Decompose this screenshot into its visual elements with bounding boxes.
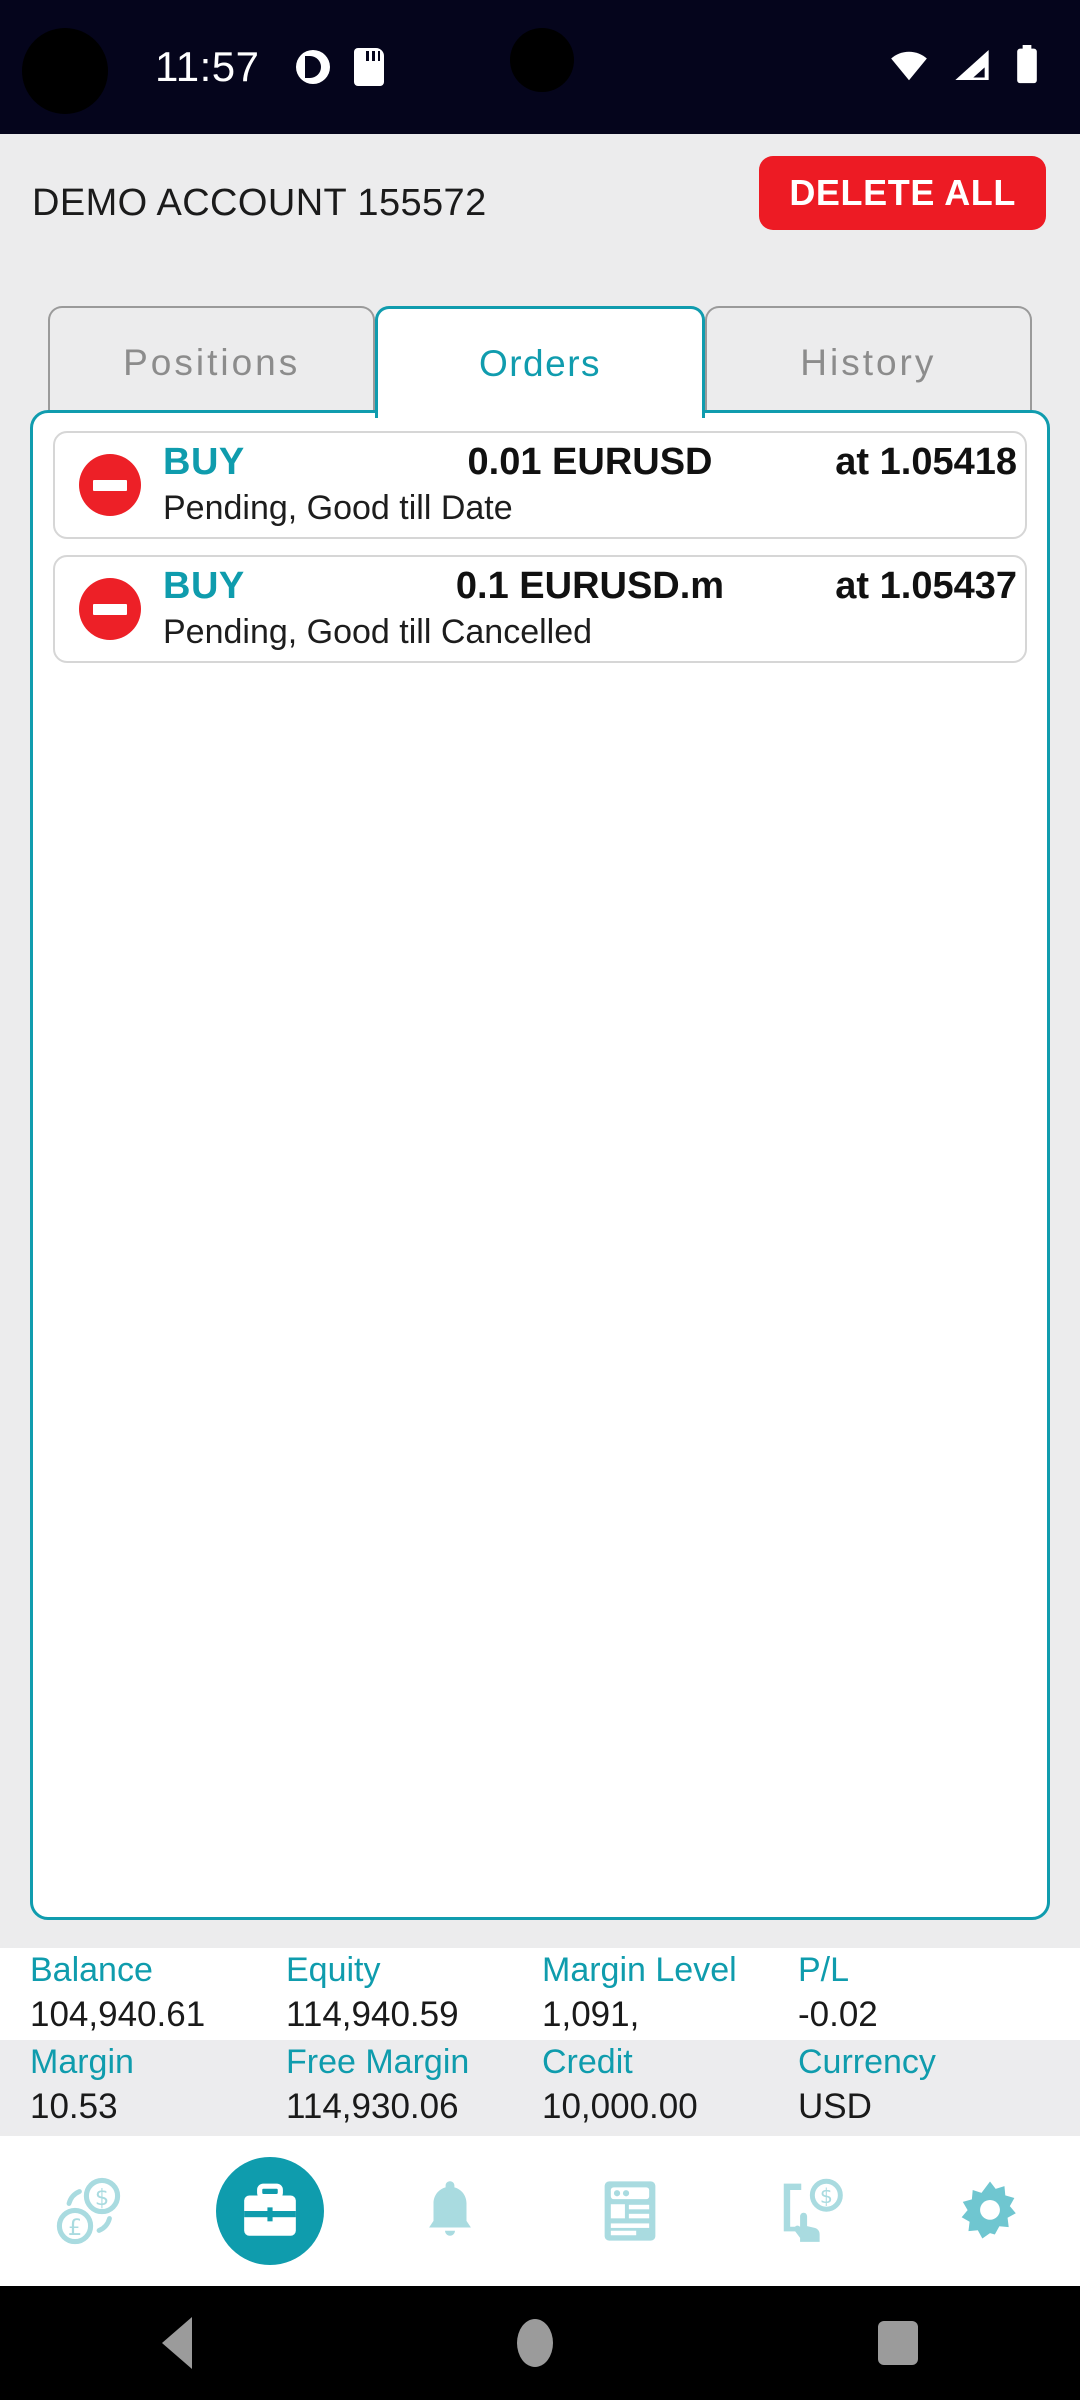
cellular-signal-icon	[952, 48, 992, 87]
camera-punch-hole-secondary	[510, 28, 574, 92]
order-content: BUY 0.1 EURUSD.m at 1.05437 Pending, Goo…	[163, 557, 1025, 661]
summary-row-primary: Balance 104,940.61 Equity 114,940.59 Mar…	[0, 1948, 1080, 2040]
summary-value: 114,940.59	[286, 1995, 459, 2034]
gear-settings-icon	[956, 2177, 1024, 2245]
order-price: at 1.05437	[835, 565, 1017, 607]
order-primary-line: BUY 0.01 EURUSD at 1.05418	[163, 441, 1017, 489]
summary-row-secondary: Margin 10.53 Free Margin 114,930.06 Cred…	[0, 2040, 1080, 2132]
summary-value: 104,940.61	[30, 1995, 206, 2034]
tab-history[interactable]: History	[704, 306, 1032, 418]
summary-value: USD	[798, 2087, 872, 2126]
home-circle-icon[interactable]	[516, 2319, 553, 2367]
remove-circle-icon[interactable]	[79, 454, 141, 516]
battery-icon	[1014, 44, 1040, 90]
summary-cell-free-margin: Free Margin 114,930.06	[286, 2040, 542, 2130]
tab-orders[interactable]: Orders	[375, 306, 705, 418]
svg-text:$: $	[95, 2185, 109, 2211]
summary-label: P/L	[798, 1951, 850, 1989]
order-primary-line: BUY 0.1 EURUSD.m at 1.05437	[163, 565, 1017, 613]
order-side: BUY	[163, 441, 245, 483]
nav-item-alerts[interactable]	[360, 2136, 540, 2286]
app-screen: 11:57 DEMO ACCOUNT 155572 DELETE ALL Pos…	[0, 0, 1080, 2400]
back-triangle-icon[interactable]	[162, 2317, 193, 2369]
tab-bar: Positions Orders History	[0, 290, 1080, 418]
sd-card-icon	[353, 48, 384, 86]
summary-value: 10.53	[30, 2087, 118, 2126]
order-row[interactable]: BUY 0.1 EURUSD.m at 1.05437 Pending, Goo…	[53, 555, 1027, 663]
summary-cell-pl: P/L -0.02	[798, 1948, 1054, 2038]
summary-cell-balance: Balance 104,940.61	[30, 1948, 286, 2038]
tap-trade-icon: $	[775, 2176, 845, 2246]
summary-label: Balance	[30, 1951, 153, 1989]
svg-text:£: £	[68, 2215, 82, 2241]
summary-label: Equity	[286, 1951, 381, 1989]
summary-value: 1,091,	[542, 1995, 640, 2034]
summary-label: Currency	[798, 2043, 936, 2081]
android-navigation-bar	[0, 2286, 1080, 2400]
nav-item-settings[interactable]	[900, 2136, 1080, 2286]
tab-positions[interactable]: Positions	[48, 306, 376, 418]
orders-panel: BUY 0.01 EURUSD at 1.05418 Pending, Good…	[30, 410, 1050, 1920]
status-bar: 11:57	[0, 0, 1080, 134]
nav-item-news[interactable]	[540, 2136, 720, 2286]
summary-label: Credit	[542, 2043, 633, 2081]
wifi-icon	[888, 48, 930, 87]
status-bar-left-icons	[295, 48, 384, 86]
summary-cell-equity: Equity 114,940.59	[286, 1948, 542, 2038]
account-summary: Balance 104,940.61 Equity 114,940.59 Mar…	[0, 1948, 1080, 2132]
nav-item-quotes[interactable]: $ £	[0, 2136, 180, 2286]
order-status: Pending, Good till Cancelled	[163, 613, 593, 651]
summary-label: Margin Level	[542, 1951, 737, 1989]
summary-label: Free Margin	[286, 2043, 470, 2081]
summary-value: 114,930.06	[286, 2087, 459, 2126]
order-content: BUY 0.01 EURUSD at 1.05418 Pending, Good…	[163, 433, 1025, 537]
summary-value: 10,000.00	[542, 2087, 698, 2126]
account-header: DEMO ACCOUNT 155572 DELETE ALL	[0, 134, 1080, 282]
order-status: Pending, Good till Date	[163, 489, 513, 527]
summary-cell-credit: Credit 10,000.00	[542, 2040, 798, 2130]
account-title: DEMO ACCOUNT 155572	[32, 182, 487, 224]
news-article-icon	[599, 2176, 661, 2246]
summary-value: -0.02	[798, 1995, 878, 2034]
nav-item-tap-trade[interactable]: $	[720, 2136, 900, 2286]
order-row[interactable]: BUY 0.01 EURUSD at 1.05418 Pending, Good…	[53, 431, 1027, 539]
dnd-icon	[295, 50, 330, 84]
camera-punch-hole	[22, 28, 108, 114]
order-side: BUY	[163, 565, 245, 607]
status-bar-clock: 11:57	[155, 43, 260, 90]
summary-cell-margin: Margin 10.53	[30, 2040, 286, 2130]
summary-cell-margin-level: Margin Level 1,091,	[542, 1948, 798, 2038]
bell-alerts-icon	[422, 2178, 478, 2244]
summary-label: Margin	[30, 2043, 134, 2081]
orders-list: BUY 0.01 EURUSD at 1.05418 Pending, Good…	[33, 413, 1047, 663]
quotes-exchange-icon: $ £	[51, 2175, 129, 2247]
svg-text:$: $	[820, 2184, 833, 2208]
bottom-navigation: $ £ $	[0, 2136, 1080, 2286]
delete-all-button[interactable]: DELETE ALL	[759, 156, 1046, 230]
recents-square-icon[interactable]	[877, 2321, 918, 2365]
summary-cell-currency: Currency USD	[798, 2040, 1054, 2130]
nav-item-trade[interactable]	[180, 2136, 360, 2286]
status-bar-right-icons	[888, 44, 1040, 90]
order-volume-symbol: 0.01 EURUSD	[467, 441, 713, 483]
order-volume-symbol: 0.1 EURUSD.m	[455, 565, 725, 607]
order-price: at 1.05418	[835, 441, 1017, 483]
remove-circle-icon[interactable]	[79, 578, 141, 640]
briefcase-trade-icon	[216, 2157, 324, 2265]
